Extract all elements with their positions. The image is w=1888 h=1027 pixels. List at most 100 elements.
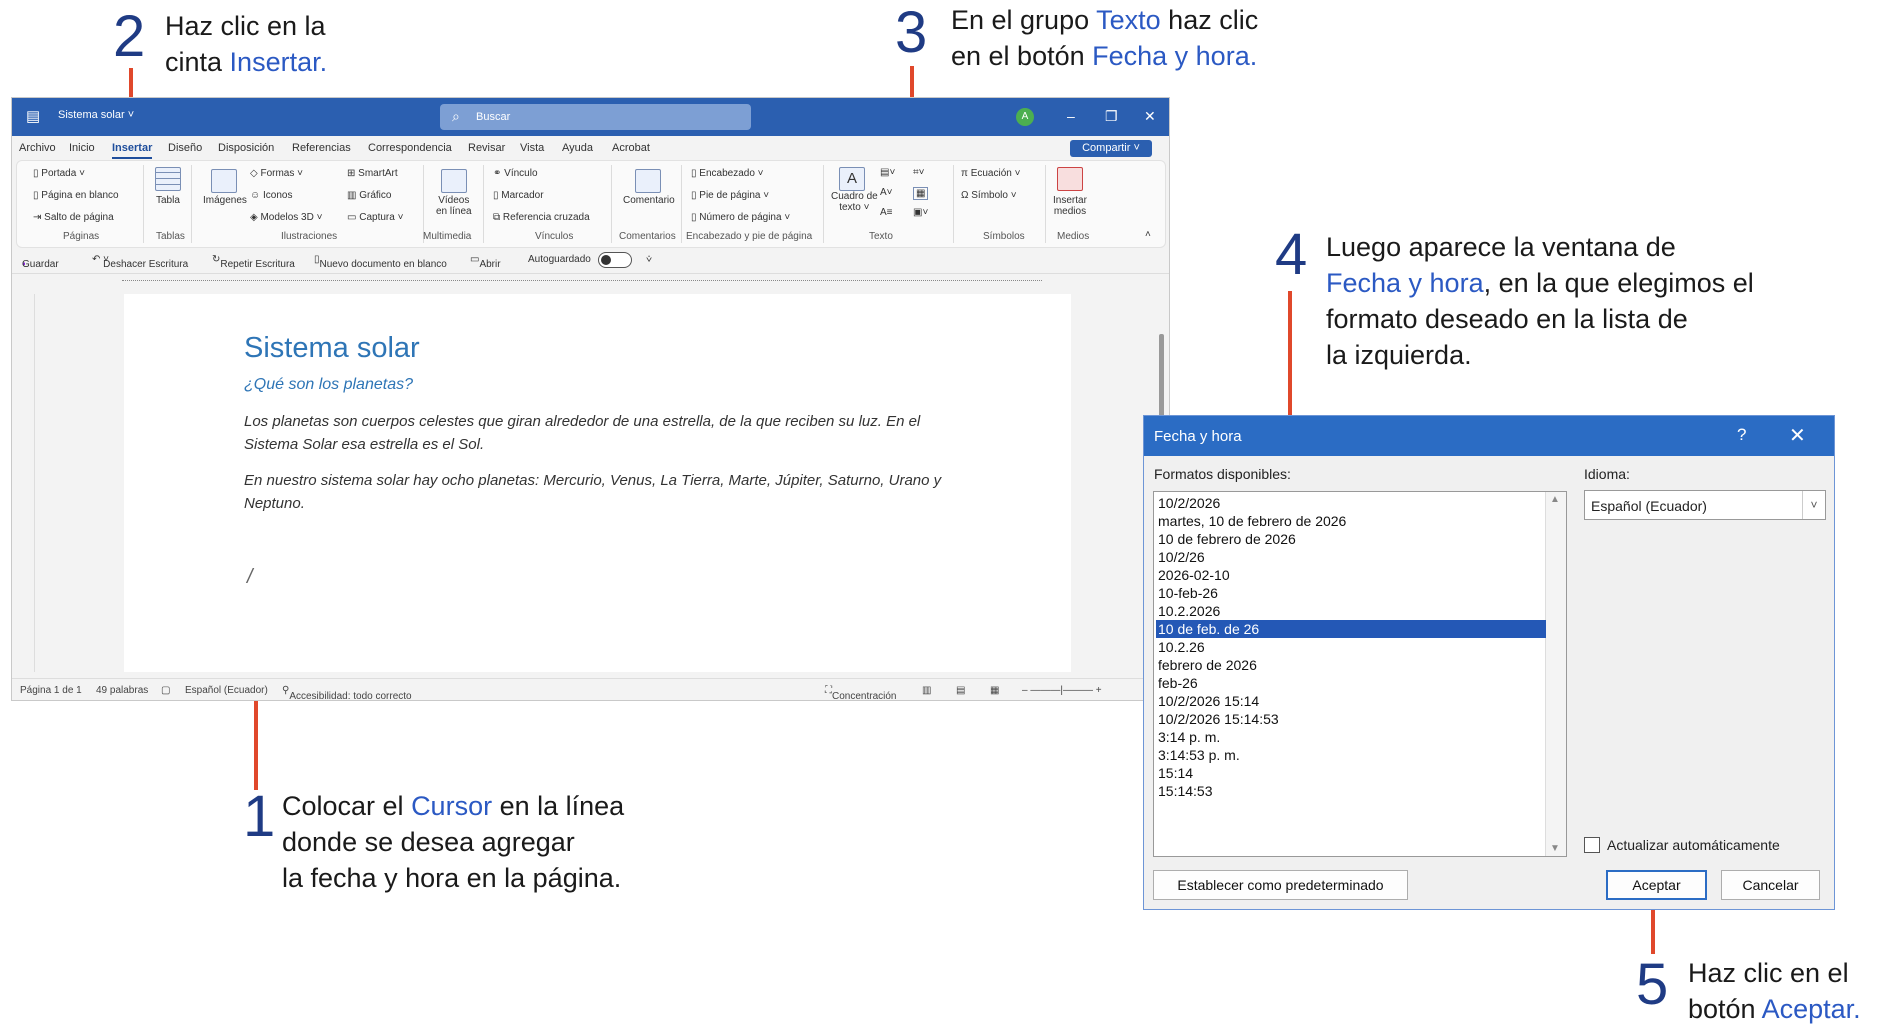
format-option[interactable]: 15:14:53	[1158, 782, 1213, 800]
signature-line-icon[interactable]: ⌗˅	[913, 167, 924, 178]
salto-pagina-button[interactable]: ⇥ Salto de página	[33, 212, 114, 223]
ribbon-tabs: Archivo Inicio Insertar Diseño Disposici…	[12, 136, 1169, 160]
smartart-button[interactable]: ⊞ SmartArt	[347, 168, 398, 179]
tab-insertar[interactable]: Insertar	[112, 142, 153, 159]
modelos3d-button[interactable]: ◈ Modelos 3D ˅	[250, 212, 322, 223]
formas-button[interactable]: ◇ Formas ˅	[250, 168, 303, 179]
search-box[interactable]: ⌕ Buscar	[440, 104, 751, 130]
tab-vista[interactable]: Vista	[520, 142, 544, 154]
format-option[interactable]: 3:14:53 p. m.	[1158, 746, 1240, 764]
marcador-button[interactable]: ▯ Marcador	[493, 190, 544, 201]
format-option[interactable]: 10-feb-26	[1158, 584, 1218, 602]
comentario-button[interactable]: Comentario	[623, 195, 675, 206]
step-1-number: 1	[243, 784, 276, 849]
auto-update-label[interactable]: Actualizar automáticamente	[1607, 837, 1780, 853]
fecha-hora-button[interactable]: ▦	[913, 187, 929, 200]
step-5-number: 5	[1636, 952, 1669, 1017]
language-status[interactable]: Español (Ecuador)	[185, 685, 268, 696]
user-avatar[interactable]: A	[1016, 108, 1034, 126]
tab-referencias[interactable]: Referencias	[292, 142, 351, 154]
format-option[interactable]: febrero de 2026	[1158, 656, 1257, 674]
tab-disposicion[interactable]: Disposición	[218, 142, 274, 154]
tab-revisar[interactable]: Revisar	[468, 142, 505, 154]
customize-qat-icon[interactable]: ⩒	[646, 254, 652, 265]
web-layout-icon[interactable]: ▦	[990, 685, 999, 696]
share-button[interactable]: Compartir ˅	[1070, 140, 1152, 157]
iconos-button[interactable]: ☺ Iconos	[250, 190, 292, 201]
deshacer-button[interactable]: ↶ Deshacer Escritura ˅	[92, 254, 188, 270]
encabezado-button[interactable]: ▯ Encabezado ˅	[691, 168, 764, 179]
format-option[interactable]: martes, 10 de febrero de 2026	[1158, 512, 1346, 530]
portada-button[interactable]: ▯ Portada ˅	[33, 168, 85, 179]
tab-correspondencia[interactable]: Correspondencia	[368, 142, 452, 154]
pie-pagina-button[interactable]: ▯ Pie de página ˅	[691, 190, 769, 201]
dialog-close-icon[interactable]: ✕	[1789, 423, 1806, 448]
step-3-text: En el grupo Texto haz clic en el botón F…	[951, 5, 1259, 71]
set-default-button[interactable]: Establecer como predeterminado	[1153, 870, 1408, 900]
format-option[interactable]: 2026-02-10	[1158, 566, 1230, 584]
cancelar-button[interactable]: Cancelar	[1721, 870, 1820, 900]
format-option[interactable]: 10 de feb. de 26	[1156, 620, 1546, 638]
help-icon[interactable]: ?	[1737, 425, 1746, 445]
tab-ayuda[interactable]: Ayuda	[562, 142, 593, 154]
autoguardado-toggle[interactable]	[598, 252, 632, 268]
word-app-icon[interactable]: ▤	[26, 107, 40, 125]
format-option[interactable]: 10.2.26	[1158, 638, 1205, 656]
collapse-ribbon-icon[interactable]: ˄	[1145, 229, 1151, 240]
tab-diseno[interactable]: Diseño	[168, 142, 202, 154]
format-option[interactable]: 10/2/2026	[1158, 494, 1220, 512]
read-mode-icon[interactable]: ▥	[922, 685, 931, 696]
format-option[interactable]: 10.2.2026	[1158, 602, 1220, 620]
nuevo-documento-button[interactable]: ▯ Nuevo documento en blanco	[314, 254, 447, 270]
numero-pagina-button[interactable]: ▯ Número de página ˅	[691, 212, 790, 223]
format-option[interactable]: 15:14	[1158, 764, 1193, 782]
repetir-button[interactable]: ↻ Repetir Escritura	[212, 254, 295, 270]
document-name[interactable]: Sistema solar ˅	[58, 109, 134, 121]
formats-scrollbar[interactable]: ▲ ▼	[1545, 492, 1566, 856]
format-option[interactable]: 10/2/2026 15:14:53	[1158, 710, 1279, 728]
videos-button[interactable]: Vídeos en línea	[436, 195, 472, 217]
vinculo-button[interactable]: ⚭ Vínculo	[493, 168, 538, 179]
accessibility-status[interactable]: ⚲ Accesibilidad: todo correcto	[282, 685, 412, 700]
language-select[interactable]: Español (Ecuador) ˅	[1584, 490, 1826, 520]
formats-label: Formatos disponibles:	[1154, 466, 1291, 482]
format-option[interactable]: 10/2/26	[1158, 548, 1205, 566]
imagenes-button[interactable]: Imágenes	[203, 195, 247, 206]
format-option[interactable]: 10 de febrero de 2026	[1158, 530, 1296, 548]
simbolo-button[interactable]: Ω Símbolo ˅	[961, 190, 1017, 201]
focus-mode[interactable]: ⛶ Concentración	[825, 685, 896, 700]
dropcap-icon[interactable]: A≡	[880, 207, 893, 218]
group-texto: Texto	[869, 231, 893, 242]
language-value: Español (Ecuador)	[1591, 498, 1707, 514]
tab-archivo[interactable]: Archivo	[19, 142, 56, 154]
ref-cruzada-button[interactable]: ⧉ Referencia cruzada	[493, 212, 590, 223]
pagina-blanco-button[interactable]: ▯ Página en blanco	[33, 190, 119, 201]
ecuacion-button[interactable]: π Ecuación ˅	[961, 168, 1020, 179]
page-count[interactable]: Página 1 de 1	[20, 685, 82, 696]
wordart-icon[interactable]: A˅	[880, 187, 893, 198]
restore-icon[interactable]: ❐	[1105, 108, 1118, 125]
quick-parts-icon[interactable]: ▤˅	[880, 167, 895, 178]
abrir-button[interactable]: ▭ Abrir	[470, 254, 501, 270]
group-ilustraciones: Ilustraciones	[281, 231, 338, 242]
grafico-button[interactable]: ▥ Gráfico	[347, 190, 391, 201]
word-count[interactable]: 49 palabras	[96, 685, 148, 696]
insertar-medios-button[interactable]: Insertar medios	[1053, 195, 1087, 217]
close-icon[interactable]: ✕	[1144, 108, 1156, 125]
tab-acrobat[interactable]: Acrobat	[612, 142, 650, 154]
tab-inicio[interactable]: Inicio	[69, 142, 95, 154]
tabla-button[interactable]: Tabla	[156, 195, 180, 206]
captura-button[interactable]: ▭ Captura ˅	[347, 212, 403, 223]
object-icon[interactable]: ▣˅	[913, 207, 928, 218]
cuadro-texto-button[interactable]: Cuadro de texto ˅	[831, 191, 878, 213]
format-option[interactable]: feb-26	[1158, 674, 1198, 692]
format-option[interactable]: 10/2/2026 15:14	[1158, 692, 1259, 710]
print-layout-icon[interactable]: ▤	[956, 685, 965, 696]
format-option[interactable]: 3:14 p. m.	[1158, 728, 1220, 746]
zoom-slider[interactable]: – ———|——— +	[1022, 685, 1102, 696]
aceptar-button[interactable]: Aceptar	[1606, 870, 1707, 900]
formats-list[interactable]: ▲ ▼ 10/2/2026 martes, 10 de febrero de 20…	[1153, 491, 1567, 857]
minimize-icon[interactable]: –	[1067, 108, 1075, 124]
auto-update-checkbox[interactable]	[1584, 837, 1600, 853]
proofing-icon[interactable]: ▢	[161, 685, 170, 696]
